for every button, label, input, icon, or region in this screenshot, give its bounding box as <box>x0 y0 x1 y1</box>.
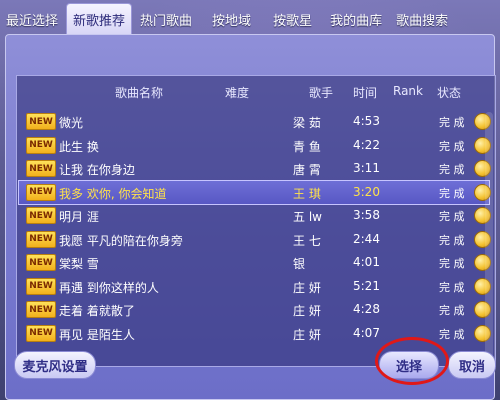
new-badge: NEW <box>26 183 56 201</box>
tab-new-songs[interactable]: 新歌推荐 <box>66 3 133 34</box>
song-time: 3:11 <box>353 161 380 175</box>
mic-settings-button[interactable]: 麦克风设置 <box>14 351 96 379</box>
tab-my-library[interactable]: 我的曲库 <box>324 4 388 34</box>
new-badge: NEW <box>26 324 56 342</box>
song-name: 让我 在你身边 <box>59 163 135 177</box>
song-singer: 庄 妍 <box>293 304 321 318</box>
column-time: 时间 <box>353 86 378 100</box>
new-badge: NEW <box>26 254 56 271</box>
song-name: 微光 <box>59 116 84 130</box>
song-row[interactable]: NEW 再遇 到你这样的人 庄 妍 5:21 完 成 <box>19 275 491 298</box>
new-badge: NEW <box>26 160 56 177</box>
song-name: 我愿 平凡的陪在你身旁 <box>59 233 183 248</box>
new-badge: NEW <box>26 207 56 224</box>
song-singer: 王 七 <box>293 233 321 248</box>
new-badge: NEW <box>26 136 56 154</box>
song-row[interactable]: NEW 明月 涯 五 lw 3:58 完 成 <box>19 204 491 227</box>
song-name: 此生 换 <box>59 139 99 154</box>
column-difficulty: 难度 <box>225 86 250 100</box>
song-name: 我多 欢你, 你会知道 <box>59 186 167 201</box>
song-name: 明月 涯 <box>59 210 99 224</box>
song-status: 完 成 <box>439 280 465 294</box>
song-status: 完 成 <box>439 304 465 317</box>
song-time: 5:21 <box>353 278 380 293</box>
song-singer: 五 lw <box>293 210 322 224</box>
song-row[interactable]: NEW 走着 着就散了 庄 妍 4:28 完 成 <box>19 298 491 321</box>
column-singer: 歌手 <box>309 86 334 100</box>
song-time: 4:22 <box>353 137 380 152</box>
column-status: 状态 <box>437 86 462 100</box>
song-status: 完 成 <box>439 163 465 176</box>
list-scrollbar[interactable] <box>485 112 493 362</box>
list-header: 歌曲名称 难度 歌手 时间 Rank 状态 <box>17 76 495 110</box>
song-row[interactable]: NEW 我多 欢你, 你会知道 王 琪 3:20 完 成 <box>18 179 491 205</box>
song-status: 完 成 <box>439 116 465 129</box>
song-time: 3:58 <box>353 208 380 222</box>
tab-by-singer[interactable]: 按歌星 <box>267 4 318 34</box>
song-singer: 唐 霄 <box>293 163 321 177</box>
column-rank: Rank <box>393 84 423 98</box>
song-row[interactable]: NEW 让我 在你身边 唐 霄 3:11 完 成 <box>19 157 491 180</box>
song-status: 完 成 <box>439 210 465 223</box>
song-name: 棠梨 雪 <box>59 257 99 271</box>
song-name: 再见 是陌生人 <box>59 327 135 342</box>
song-row[interactable]: NEW 我愿 平凡的陪在你身旁 王 七 2:44 完 成 <box>19 228 491 251</box>
tab-by-region[interactable]: 按地域 <box>206 4 257 34</box>
song-singer: 庄 妍 <box>293 280 321 295</box>
tab-recent[interactable]: 最近选择 <box>0 4 64 34</box>
song-time: 4:53 <box>353 114 380 128</box>
song-singer: 银 <box>293 257 306 271</box>
new-badge: NEW <box>26 301 56 318</box>
song-status: 完 成 <box>439 233 465 247</box>
song-status: 完 成 <box>439 139 465 153</box>
song-singer: 庄 妍 <box>293 327 321 342</box>
song-singer: 青 鱼 <box>293 139 321 154</box>
song-time: 3:20 <box>353 184 380 199</box>
new-badge: NEW <box>26 113 56 130</box>
song-status: 完 成 <box>439 327 465 341</box>
song-time: 4:28 <box>353 302 380 316</box>
song-row[interactable]: NEW 此生 换 青 鱼 4:22 完 成 <box>19 134 491 157</box>
highlight-circle <box>375 337 449 385</box>
song-singer: 梁 茹 <box>293 116 321 130</box>
tab-hot-songs[interactable]: 热门歌曲 <box>134 4 198 34</box>
song-name: 再遇 到你这样的人 <box>59 280 159 295</box>
category-tab-bar: 最近选择 新歌推荐 热门歌曲 按地域 按歌星 我的曲库 歌曲搜索 <box>0 0 500 34</box>
new-badge: NEW <box>26 230 56 248</box>
song-list: 歌曲名称 难度 歌手 时间 Rank 状态 NEW 微光梁 茹 4:53 完 成 NEW… <box>16 75 496 367</box>
tab-song-search[interactable]: 歌曲搜索 <box>390 4 454 34</box>
new-badge: NEW <box>26 277 56 295</box>
song-time: 2:44 <box>353 231 380 246</box>
song-row[interactable]: NEW 棠梨 雪 银 4:01 完 成 <box>19 251 491 274</box>
song-time: 4:01 <box>353 255 380 269</box>
column-name: 歌曲名称 <box>115 86 164 100</box>
song-time: 4:07 <box>353 325 380 340</box>
song-status: 完 成 <box>439 257 465 270</box>
song-singer: 王 琪 <box>293 186 321 201</box>
song-name: 走着 着就散了 <box>59 304 135 318</box>
cancel-button[interactable]: 取消 <box>448 351 496 379</box>
song-row[interactable]: NEW 微光 梁 茹 4:53 完 成 <box>19 110 491 133</box>
song-status: 完 成 <box>439 186 465 200</box>
